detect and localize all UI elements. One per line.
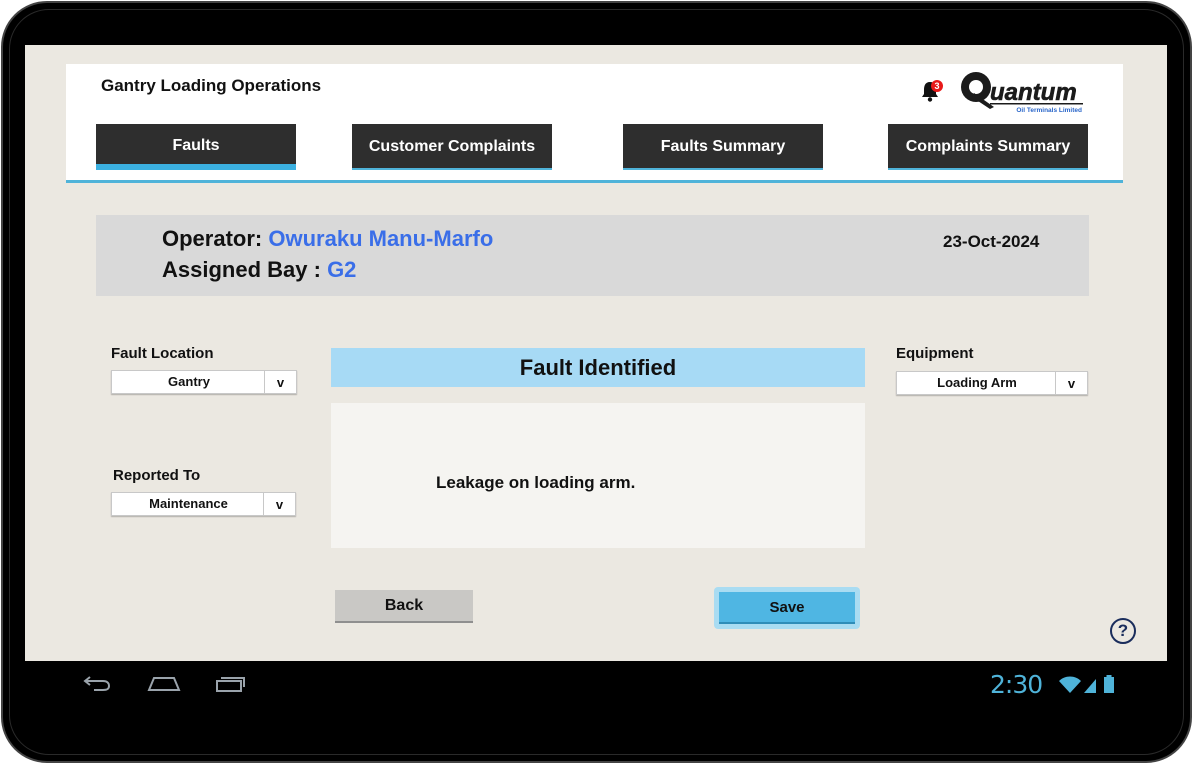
notification-badge: 3 (931, 80, 943, 92)
signal-icon (1084, 679, 1096, 693)
equipment-value: Loading Arm (937, 375, 1017, 390)
fault-location-value: Gantry (168, 374, 210, 389)
company-logo: uantum Oil Terminals Limited (961, 72, 1083, 114)
operator-banner: Operator: Owuraku Manu-Marfo Assigned Ba… (96, 215, 1089, 296)
battery-icon (1104, 675, 1114, 693)
fault-identified-header: Fault Identified (331, 348, 865, 387)
status-time: 2:30 (990, 670, 1043, 699)
help-icon[interactable]: ? (1110, 618, 1136, 644)
tab-faults[interactable]: Faults (96, 124, 296, 170)
app-title: Gantry Loading Operations (101, 76, 322, 95)
assigned-bay-line: Assigned Bay : G2 (162, 257, 356, 283)
operator-name: Owuraku Manu-Marfo (268, 226, 494, 251)
equipment-select[interactable]: Loading Arm v (896, 371, 1088, 395)
current-date: 23-Oct-2024 (943, 232, 1040, 251)
status-icons (1059, 675, 1114, 693)
app-header: Gantry Loading Operations 3 uantum Oil T… (66, 64, 1123, 183)
reported-to-label: Reported To (113, 467, 201, 484)
chevron-down-icon[interactable]: v (263, 493, 295, 515)
tab-customer-complaints[interactable]: Customer Complaints (352, 124, 552, 170)
tab-faults-summary[interactable]: Faults Summary (623, 124, 823, 170)
reported-to-select[interactable]: Maintenance v (111, 492, 296, 516)
fault-location-select[interactable]: Gantry v (111, 370, 297, 394)
operator-line: Operator: Owuraku Manu-Marfo (162, 226, 493, 252)
wifi-icon (1059, 676, 1081, 693)
save-button-label: Save (719, 592, 855, 624)
svg-text:uantum: uantum (990, 79, 1077, 106)
chevron-down-icon[interactable]: v (264, 371, 296, 393)
app-screen: Gantry Loading Operations 3 uantum Oil T… (25, 45, 1167, 661)
equipment-label: Equipment (896, 345, 974, 362)
fault-location-label: Fault Location (111, 345, 214, 362)
back-button[interactable]: Back (335, 590, 473, 623)
fault-description: Leakage on loading arm. (436, 473, 636, 492)
tab-complaints-summary[interactable]: Complaints Summary (888, 124, 1088, 170)
back-icon[interactable] (82, 672, 112, 694)
save-button[interactable]: Save (714, 587, 860, 629)
logo-subtitle: Oil Terminals Limited (1016, 107, 1082, 114)
chevron-down-icon[interactable]: v (1055, 372, 1087, 394)
home-icon[interactable] (146, 672, 182, 694)
recents-icon[interactable] (214, 672, 246, 694)
assigned-bay-value: G2 (327, 257, 357, 282)
operator-label: Operator: (162, 226, 263, 251)
reported-to-value: Maintenance (149, 496, 228, 511)
assigned-bay-label: Assigned Bay : (162, 257, 321, 282)
fault-identified-textarea[interactable]: Leakage on loading arm. (331, 403, 865, 548)
